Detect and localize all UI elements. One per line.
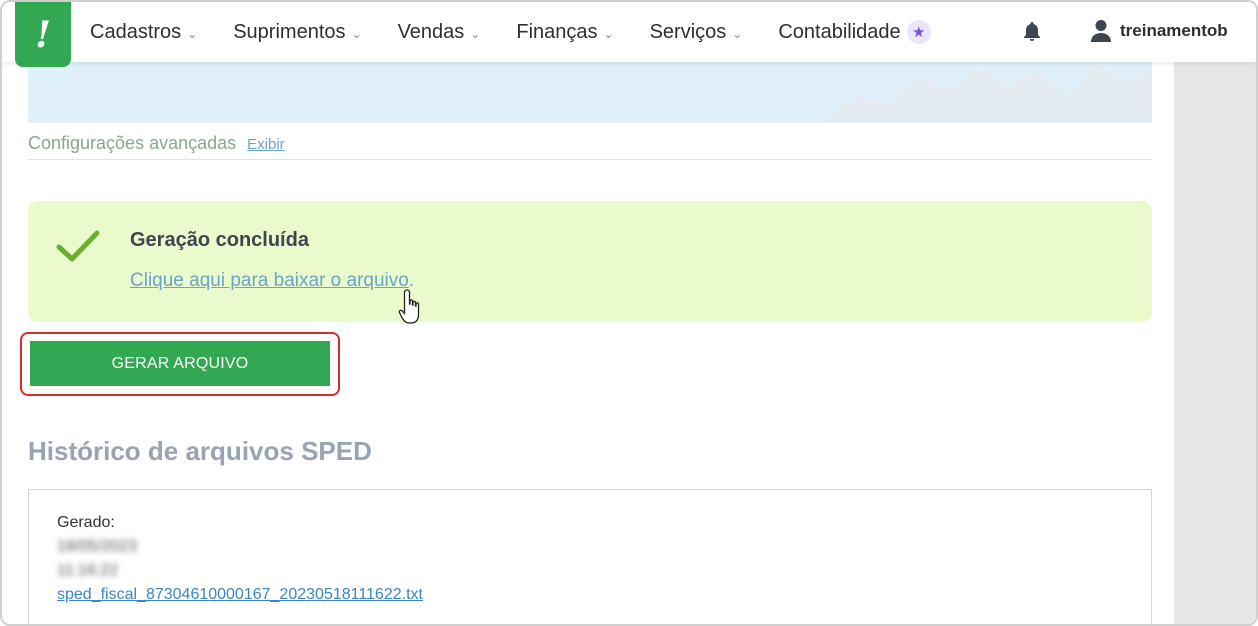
- success-alert: Geração concluída Clique aqui para baixa…: [28, 201, 1152, 322]
- nav-item-label: Finanças: [516, 20, 598, 43]
- nav-item-contabilidade[interactable]: Contabilidade ★: [778, 20, 931, 44]
- history-title: Histórico de arquivos SPED: [28, 436, 372, 466]
- nav-item-label: Contabilidade: [778, 20, 901, 43]
- mountains-illustration: [818, 65, 1152, 123]
- star-icon: ★: [906, 20, 931, 44]
- bell-icon[interactable]: [1020, 20, 1044, 44]
- divider: [28, 159, 1152, 160]
- hand-pointer-icon: [398, 289, 420, 324]
- nav-item-suprimentos[interactable]: Suprimentos ⌄: [233, 21, 361, 44]
- nav-item-label: Cadastros: [90, 20, 182, 43]
- nav-item-label: Suprimentos: [233, 20, 346, 43]
- chevron-down-icon: ⌄: [470, 26, 481, 41]
- download-line: Clique aqui para baixar o arquivo.: [130, 270, 414, 292]
- nav-item-financas[interactable]: Finanças ⌄: [516, 21, 613, 44]
- user-menu[interactable]: treinamentob: [1090, 19, 1228, 43]
- nav-item-label: Serviços: [649, 20, 727, 43]
- nav-item-servicos[interactable]: Serviços ⌄: [650, 21, 743, 44]
- generated-label: Gerado:: [57, 514, 115, 531]
- header-banner: [28, 60, 1152, 123]
- scroll-gutter: [1174, 2, 1256, 624]
- top-navigation: ! Cadastros ⌄ Suprimentos ⌄ Vendas ⌄ Fin…: [2, 2, 1256, 67]
- show-advanced-link[interactable]: Exibir: [247, 136, 285, 153]
- success-title: Geração concluída: [130, 229, 309, 251]
- nav-item-cadastros[interactable]: Cadastros ⌄: [90, 21, 197, 44]
- user-icon: [1091, 20, 1111, 42]
- advanced-settings-label: Configurações avançadas: [28, 133, 237, 153]
- nav-item-label: Vendas: [397, 20, 465, 43]
- main-menu: Cadastros ⌄ Suprimentos ⌄ Vendas ⌄ Finan…: [90, 2, 967, 62]
- check-icon: [56, 230, 100, 262]
- app-window: ! Cadastros ⌄ Suprimentos ⌄ Vendas ⌄ Fin…: [0, 0, 1258, 626]
- generated-date: 18/05/2023: [57, 538, 138, 555]
- chevron-down-icon: ⌄: [351, 26, 362, 41]
- logo[interactable]: !: [15, 2, 71, 67]
- user-name: treinamentob: [1120, 21, 1228, 40]
- chevron-down-icon: ⌄: [603, 26, 614, 41]
- download-file-link[interactable]: Clique aqui para baixar o arquivo: [130, 270, 409, 291]
- history-card: Gerado: 18/05/2023 11:16:22 sped_fiscal_…: [28, 489, 1152, 624]
- sped-file-link[interactable]: sped_fiscal_87304610000167_2023051811162…: [57, 586, 423, 604]
- advanced-settings: Configurações avançadas Exibir: [28, 133, 285, 154]
- generate-file-button[interactable]: GERAR ARQUIVO: [30, 341, 330, 386]
- chevron-down-icon: ⌄: [732, 26, 743, 41]
- generated-time: 11:16:22: [57, 562, 119, 579]
- chevron-down-icon: ⌄: [187, 26, 198, 41]
- nav-item-vendas[interactable]: Vendas ⌄: [398, 21, 481, 44]
